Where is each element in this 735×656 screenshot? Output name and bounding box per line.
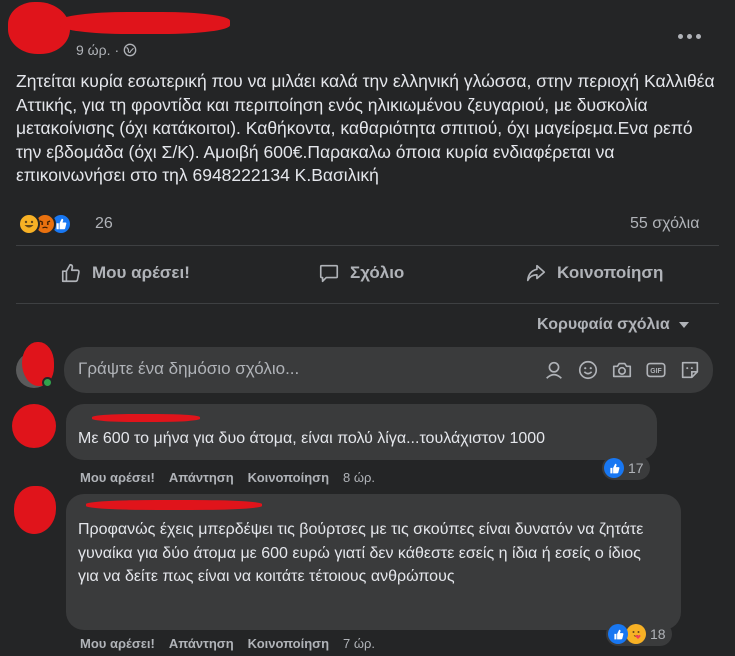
post-body: Ζητείται κυρία εσωτερική που να μιλάει κ…: [16, 71, 715, 185]
comment-actions: Μου αρέσει! Απάντηση Κοινοποίηση 7 ώρ.: [80, 636, 375, 651]
comment-icon: [319, 264, 339, 283]
comment-actions: Μου αρέσει! Απάντηση Κοινοποίηση 8 ώρ.: [80, 470, 375, 485]
comment-time[interactable]: 8 ώρ.: [343, 470, 375, 485]
haha-icon: [18, 213, 40, 235]
avatar-sticker-icon[interactable]: [543, 359, 565, 381]
commenter-name[interactable]: [78, 500, 669, 518]
redaction-mark: [8, 2, 70, 54]
author-name-redaction[interactable]: [60, 12, 230, 34]
meta-separator: ·: [114, 42, 120, 58]
comment-text: Με 600 το μήνα για δυο άτομα, είναι πολύ…: [78, 430, 546, 447]
more-options-icon[interactable]: [678, 34, 701, 39]
globe-icon: [123, 43, 137, 57]
post-time[interactable]: 9 ώρ.: [76, 42, 110, 58]
sticker-icon[interactable]: [679, 359, 701, 381]
comment-count[interactable]: 55 σχόλια: [630, 215, 699, 233]
comment-sort-dropdown[interactable]: Κορυφαία σχόλια: [537, 316, 690, 334]
reaction-total: 17: [628, 460, 644, 476]
divider: [16, 245, 719, 246]
like-button[interactable]: Μου αρέσει!: [60, 262, 190, 284]
composer-tools: GIF: [543, 359, 701, 381]
camera-icon[interactable]: [611, 359, 633, 381]
like-label: Μου αρέσει!: [92, 263, 190, 282]
comment-button[interactable]: Σχόλιο: [318, 262, 404, 284]
like-reaction-icon: [608, 624, 628, 644]
comment-like-button[interactable]: Μου αρέσει!: [80, 470, 155, 485]
online-indicator: [42, 377, 53, 388]
name-redaction: [92, 414, 200, 422]
reaction-icons[interactable]: [18, 213, 72, 235]
redaction-mark: [14, 486, 56, 534]
gif-icon[interactable]: GIF: [645, 359, 667, 381]
post-meta: 9 ώρ. ·: [76, 42, 137, 58]
name-redaction: [86, 500, 262, 510]
care-reaction-icon: [626, 624, 646, 644]
emoji-icon[interactable]: [577, 359, 599, 381]
share-icon: [526, 264, 546, 282]
share-button[interactable]: Κοινοποίηση: [525, 262, 663, 284]
comment-time[interactable]: 7 ώρ.: [343, 636, 375, 651]
redaction-mark: [12, 404, 56, 448]
reaction-total: 18: [650, 626, 666, 642]
comment-reply-button[interactable]: Απάντηση: [169, 636, 234, 651]
comment-share-button[interactable]: Κοινοποίηση: [248, 470, 329, 485]
comment-share-button[interactable]: Κοινοποίηση: [248, 636, 329, 651]
comment-reactions[interactable]: 18: [606, 622, 672, 646]
like-reaction-icon: [604, 458, 624, 478]
comment-text: Προφανώς έχεις μπερδέψει τις βούρτσες με…: [78, 521, 644, 585]
comment-reactions[interactable]: 17: [602, 456, 650, 480]
comment-composer[interactable]: GIF: [64, 347, 713, 393]
divider: [16, 303, 719, 304]
sort-label: Κορυφαία σχόλια: [537, 316, 670, 333]
commenter-name[interactable]: [78, 412, 645, 428]
comment-bubble: Με 600 το μήνα για δυο άτομα, είναι πολύ…: [66, 404, 657, 460]
comment-bubble: Προφανώς έχεις μπερδέψει τις βούρτσες με…: [66, 494, 681, 630]
chevron-down-icon: [678, 322, 689, 328]
comment-reply-button[interactable]: Απάντηση: [169, 470, 234, 485]
reaction-count[interactable]: 26: [95, 215, 113, 233]
comment-like-button[interactable]: Μου αρέσει!: [80, 636, 155, 651]
comment-label: Σχόλιο: [350, 263, 405, 282]
comment-input[interactable]: [78, 359, 528, 379]
like-icon: [61, 263, 80, 283]
svg-text:GIF: GIF: [650, 368, 661, 375]
share-label: Κοινοποίηση: [557, 263, 664, 282]
